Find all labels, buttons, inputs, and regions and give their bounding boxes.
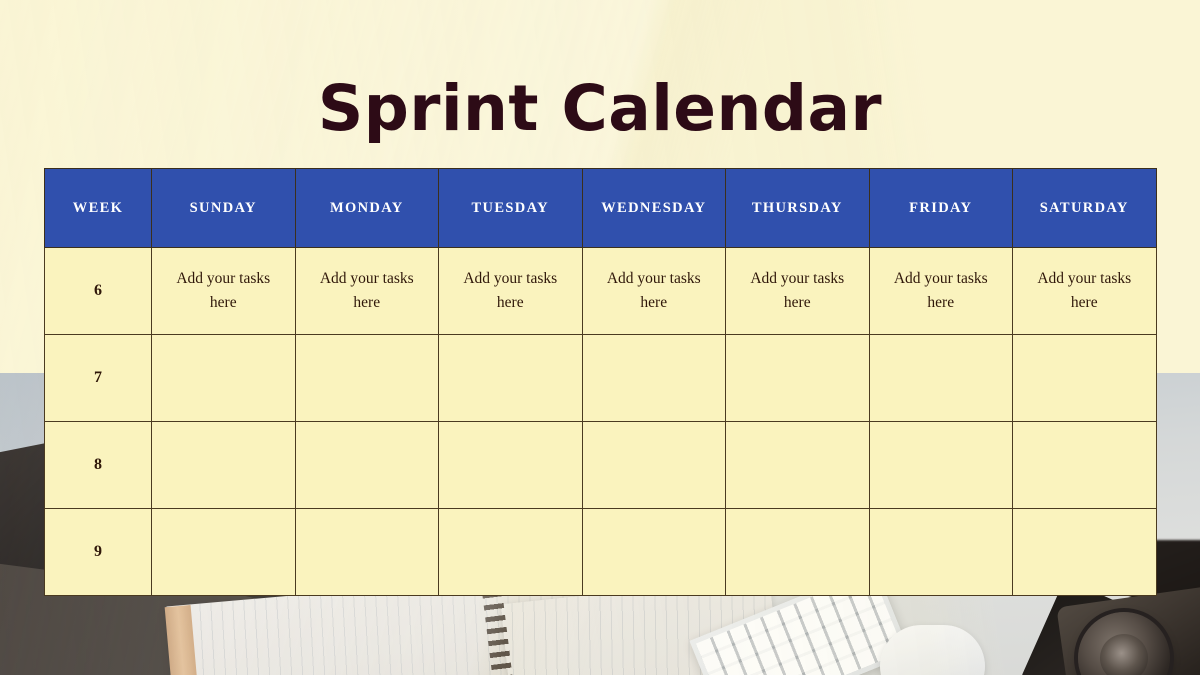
task-cell[interactable] <box>438 421 583 509</box>
table-row: 9 <box>44 508 1157 596</box>
task-cell[interactable] <box>581 334 726 422</box>
task-cell[interactable]: Add your tasks here <box>438 247 583 335</box>
calendar-header-row: WEEK SUNDAY MONDAY TUESDAY WEDNESDAY THU… <box>44 168 1157 248</box>
task-cell[interactable]: Add your tasks here <box>581 247 726 335</box>
task-cell-text: Add your tasks here <box>750 269 845 311</box>
task-cell[interactable] <box>725 421 870 509</box>
column-header-saturday: SATURDAY <box>1012 168 1157 248</box>
task-cell[interactable] <box>581 421 726 509</box>
table-row: 7 <box>44 334 1157 422</box>
task-cell[interactable]: Add your tasks here <box>1012 247 1157 335</box>
task-cell[interactable] <box>1012 334 1157 422</box>
task-cell[interactable] <box>868 421 1013 509</box>
task-cell[interactable] <box>1012 421 1157 509</box>
week-number-cell: 8 <box>44 421 152 509</box>
task-cell[interactable]: Add your tasks here <box>151 247 296 335</box>
task-cell[interactable] <box>294 508 439 596</box>
task-cell[interactable] <box>151 421 296 509</box>
task-cell[interactable]: Add your tasks here <box>725 247 870 335</box>
task-cell[interactable] <box>294 334 439 422</box>
table-row: 8 <box>44 421 1157 509</box>
task-cell[interactable]: Add your tasks here <box>294 247 439 335</box>
task-cell[interactable] <box>725 334 870 422</box>
camera-lens-glass-image <box>1100 634 1148 675</box>
column-header-monday: MONDAY <box>294 168 439 248</box>
week-number-cell: 9 <box>44 508 152 596</box>
task-cell[interactable] <box>1012 508 1157 596</box>
week-number-cell: 6 <box>44 247 152 335</box>
column-header-wednesday: WEDNESDAY <box>581 168 726 248</box>
task-cell-text: Add your tasks here <box>1037 269 1132 311</box>
task-cell[interactable] <box>151 508 296 596</box>
calendar-header-row-group: WEEK SUNDAY MONDAY TUESDAY WEDNESDAY THU… <box>44 168 1157 248</box>
task-cell[interactable] <box>868 508 1013 596</box>
calendar-body: 6 Add your tasks here Add your tasks her… <box>44 247 1157 596</box>
column-header-thursday: THURSDAY <box>725 168 870 248</box>
task-cell[interactable] <box>725 508 870 596</box>
task-cell[interactable] <box>868 334 1013 422</box>
column-header-week: WEEK <box>44 168 152 248</box>
task-cell[interactable] <box>581 508 726 596</box>
task-cell[interactable] <box>151 334 296 422</box>
task-cell-text: Add your tasks here <box>893 269 988 311</box>
column-header-friday: FRIDAY <box>868 168 1013 248</box>
column-header-sunday: SUNDAY <box>151 168 296 248</box>
column-header-tuesday: TUESDAY <box>438 168 583 248</box>
task-cell[interactable] <box>438 334 583 422</box>
task-cell-text: Add your tasks here <box>463 269 558 311</box>
page-title: Sprint Calendar <box>317 72 883 145</box>
week-number-cell: 7 <box>44 334 152 422</box>
task-cell[interactable]: Add your tasks here <box>868 247 1013 335</box>
sprint-calendar-table-wrapper: WEEK SUNDAY MONDAY TUESDAY WEDNESDAY THU… <box>44 168 1157 596</box>
table-row: 6 Add your tasks here Add your tasks her… <box>44 247 1157 335</box>
task-cell-text: Add your tasks here <box>606 269 701 311</box>
task-cell-text: Add your tasks here <box>319 269 414 311</box>
task-cell[interactable] <box>438 508 583 596</box>
task-cell-text: Add your tasks here <box>176 269 271 311</box>
task-cell[interactable] <box>294 421 439 509</box>
sprint-calendar-table: WEEK SUNDAY MONDAY TUESDAY WEDNESDAY THU… <box>44 168 1157 596</box>
